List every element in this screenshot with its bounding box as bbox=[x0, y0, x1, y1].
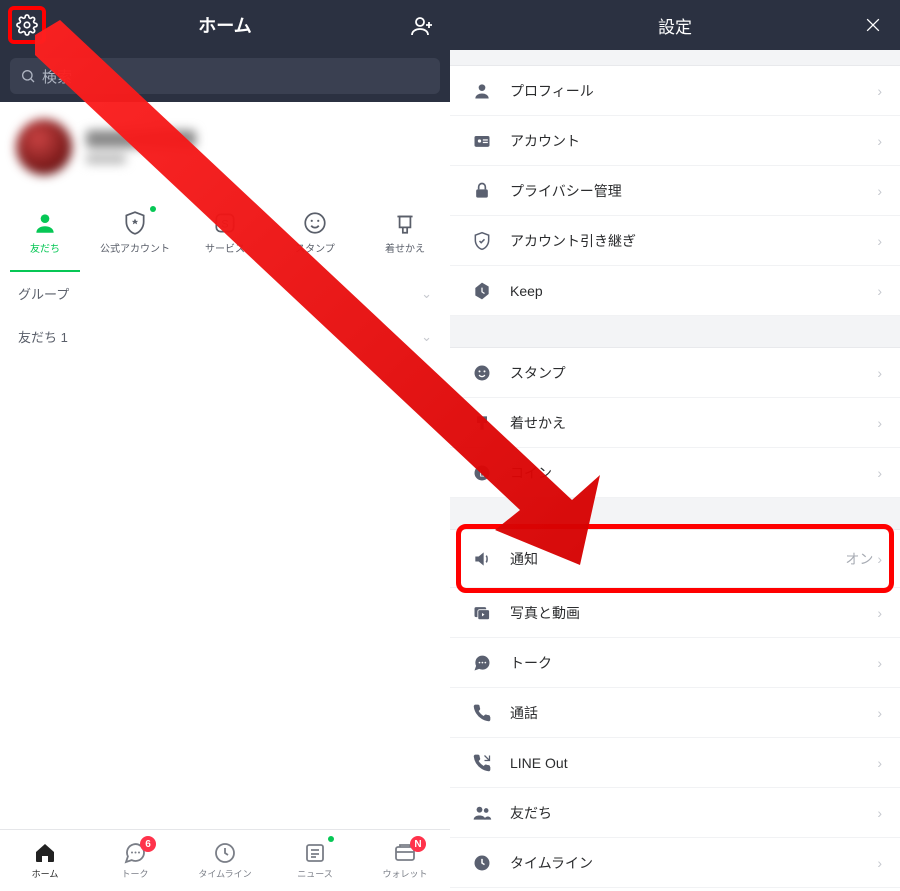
clock-icon bbox=[213, 841, 237, 865]
chevron-right-icon: › bbox=[877, 365, 882, 381]
profile-sub-blurred bbox=[86, 154, 126, 164]
shield-check-icon bbox=[472, 231, 492, 251]
settings-item-account-transfer[interactable]: アカウント引き継ぎ › bbox=[450, 216, 900, 266]
chevron-right-icon: › bbox=[877, 83, 882, 99]
clock-icon bbox=[472, 853, 492, 873]
group-row[interactable]: グループ ⌄ bbox=[0, 272, 450, 315]
settings-item-themes[interactable]: 着せかえ › bbox=[450, 398, 900, 448]
settings-item-account[interactable]: アカウント › bbox=[450, 116, 900, 166]
close-button[interactable] bbox=[860, 12, 886, 38]
nav-talk[interactable]: 6 トーク bbox=[90, 830, 180, 891]
settings-header: 設定 bbox=[450, 0, 900, 50]
speaker-icon bbox=[472, 549, 492, 569]
chevron-right-icon: › bbox=[877, 415, 882, 431]
profile-name-blurred bbox=[86, 130, 196, 148]
media-icon bbox=[472, 603, 492, 623]
smiley-icon bbox=[302, 210, 328, 236]
settings-item-friends[interactable]: 友だち › bbox=[450, 788, 900, 838]
chevron-right-icon: › bbox=[877, 705, 882, 721]
settings-title: 設定 bbox=[658, 13, 692, 38]
profile-section[interactable] bbox=[0, 102, 450, 192]
search-icon bbox=[20, 68, 36, 84]
svg-text:S: S bbox=[221, 218, 228, 230]
tab-services[interactable]: S サービス bbox=[180, 192, 270, 272]
close-icon bbox=[863, 15, 883, 35]
category-tabs: 友だち 公式アカウント S サービス スタンプ 着せかえ bbox=[0, 192, 450, 272]
phone-out-icon bbox=[472, 753, 492, 773]
chevron-right-icon: › bbox=[877, 133, 882, 149]
settings-screen: 設定 プロフィール › アカウント › プライバシー管理 › bbox=[450, 0, 900, 891]
chevron-down-icon: ⌄ bbox=[421, 286, 432, 302]
add-friend-button[interactable] bbox=[406, 10, 438, 42]
chevron-right-icon: › bbox=[877, 605, 882, 621]
chevron-right-icon: › bbox=[877, 655, 882, 671]
smiley-icon bbox=[472, 363, 492, 383]
chevron-down-icon: ⌄ bbox=[421, 329, 432, 345]
chevron-right-icon: › bbox=[877, 551, 882, 567]
page-title: ホーム bbox=[198, 12, 251, 38]
chat-icon bbox=[472, 653, 492, 673]
notification-state: オン bbox=[845, 549, 873, 569]
lock-icon bbox=[472, 181, 492, 201]
tab-official-account[interactable]: 公式アカウント bbox=[90, 192, 180, 272]
settings-item-notifications[interactable]: 通知 オン › bbox=[450, 530, 900, 588]
settings-item-stickers[interactable]: スタンプ › bbox=[450, 348, 900, 398]
service-icon: S bbox=[212, 210, 238, 236]
search-placeholder: 検索 bbox=[42, 66, 72, 87]
paint-icon bbox=[472, 413, 492, 433]
people-icon bbox=[472, 803, 492, 823]
home-icon bbox=[33, 841, 57, 865]
person-icon bbox=[472, 81, 492, 101]
coin-icon: L bbox=[472, 463, 492, 483]
add-friend-icon bbox=[410, 14, 434, 38]
nav-timeline[interactable]: タイムライン bbox=[180, 830, 270, 891]
settings-item-coin[interactable]: L コイン › bbox=[450, 448, 900, 498]
nav-home[interactable]: ホーム bbox=[0, 830, 90, 891]
chevron-right-icon: › bbox=[877, 855, 882, 871]
settings-gear-button[interactable] bbox=[8, 6, 46, 44]
settings-item-keep[interactable]: Keep › bbox=[450, 266, 900, 316]
settings-item-photos-videos[interactable]: 写真と動画 › bbox=[450, 588, 900, 638]
settings-item-lineout[interactable]: LINE Out › bbox=[450, 738, 900, 788]
paint-icon bbox=[392, 210, 418, 236]
settings-item-calls[interactable]: 通話 › bbox=[450, 688, 900, 738]
settings-item-talk[interactable]: トーク › bbox=[450, 638, 900, 688]
nav-news[interactable]: ニュース bbox=[270, 830, 360, 891]
home-header: ホーム 検索 bbox=[0, 0, 450, 102]
search-input[interactable]: 検索 bbox=[10, 58, 440, 94]
hexagon-icon bbox=[472, 281, 492, 301]
wallet-badge: N bbox=[410, 836, 426, 852]
avatar bbox=[16, 119, 72, 175]
chevron-right-icon: › bbox=[877, 465, 882, 481]
tab-stickers[interactable]: スタンプ bbox=[270, 192, 360, 272]
chevron-right-icon: › bbox=[877, 233, 882, 249]
chevron-right-icon: › bbox=[877, 283, 882, 299]
notification-dot bbox=[150, 206, 156, 212]
settings-item-timeline[interactable]: タイムライン › bbox=[450, 838, 900, 888]
nav-wallet[interactable]: N ウォレット bbox=[360, 830, 450, 891]
phone-icon bbox=[472, 703, 492, 723]
settings-item-privacy[interactable]: プライバシー管理 › bbox=[450, 166, 900, 216]
chevron-right-icon: › bbox=[877, 755, 882, 771]
shield-star-icon bbox=[122, 210, 148, 236]
chevron-right-icon: › bbox=[877, 805, 882, 821]
news-icon bbox=[303, 841, 327, 865]
person-icon bbox=[32, 210, 58, 236]
svg-text:L: L bbox=[479, 468, 484, 478]
gear-icon bbox=[16, 14, 38, 36]
home-screen: ホーム 検索 友だち bbox=[0, 0, 450, 891]
chevron-right-icon: › bbox=[877, 183, 882, 199]
news-dot bbox=[328, 836, 334, 842]
talk-badge: 6 bbox=[140, 836, 156, 852]
settings-item-profile[interactable]: プロフィール › bbox=[450, 66, 900, 116]
bottom-nav: ホーム 6 トーク タイムライン ニュース N ウォレット bbox=[0, 829, 450, 891]
tab-themes[interactable]: 着せかえ bbox=[360, 192, 450, 272]
id-card-icon bbox=[472, 131, 492, 151]
tab-friends[interactable]: 友だち bbox=[0, 192, 90, 272]
friends-row[interactable]: 友だち 1 ⌄ bbox=[0, 315, 450, 358]
